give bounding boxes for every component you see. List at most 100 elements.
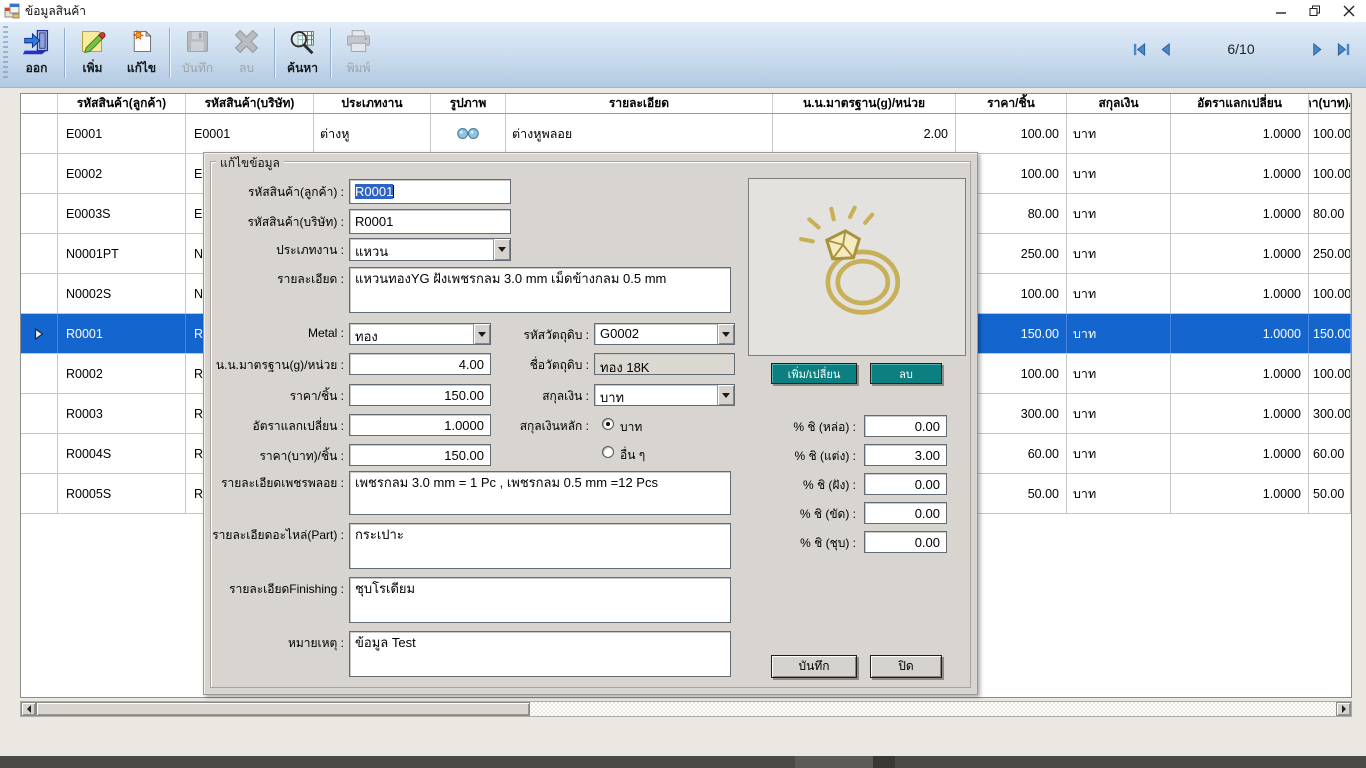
finishing-detail-input[interactable]: ชุบโรเดียม: [349, 577, 731, 623]
gem-detail-label: รายละเอียดเพชรพลอย :: [212, 474, 344, 493]
metal-combobox[interactable]: ทอง: [349, 323, 491, 345]
next-record-button[interactable]: [1304, 38, 1330, 60]
image-add-change-button[interactable]: เพิ่ม/เปลี่ยน: [771, 363, 857, 384]
cell-code-customer: R0005S: [58, 474, 186, 513]
description-input[interactable]: แหวนทองYG ฝังเพชรกลม 3.0 mm เม็ดข้างกลม …: [349, 267, 731, 313]
cell-work-type: ต่างหู: [314, 114, 431, 153]
percent-polish-label: % ชิ (ขัด) :: [724, 505, 856, 524]
edit-button[interactable]: แก้ไข: [117, 25, 166, 79]
cell-exchange-rate: 1.0000: [1171, 434, 1309, 473]
minimize-button[interactable]: [1264, 0, 1298, 22]
cell-currency: บาท: [1067, 114, 1171, 153]
record-navigator: 6/10: [1126, 36, 1356, 62]
restore-button[interactable]: [1298, 0, 1332, 22]
cell-std-weight: 2.00: [773, 114, 956, 153]
row-indicator-cell: [21, 274, 58, 313]
chevron-down-icon[interactable]: [717, 324, 734, 344]
cell-price-baht: 300.00: [1309, 394, 1351, 433]
previous-record-button[interactable]: [1152, 38, 1178, 60]
search-label: ค้นหา: [287, 59, 318, 78]
percent-trim-label: % ชิ (แต่ง) :: [724, 447, 856, 466]
close-button[interactable]: [1332, 0, 1366, 22]
print-button[interactable]: พิมพ์: [334, 25, 383, 79]
code-customer-label: รหัสสินค้า(ลูกค้า) :: [212, 183, 344, 202]
percent-set-label: % ชิ (ฝัง) :: [724, 476, 856, 495]
row-selector-arrow-icon: [34, 328, 44, 340]
cell-currency: บาท: [1067, 474, 1171, 513]
percent-polish-input[interactable]: 0.00: [864, 502, 947, 524]
cell-code-customer: R0001: [58, 314, 186, 353]
main-currency-other-label: อื่น ๆ: [620, 446, 645, 465]
work-type-label: ประเภทงาน :: [212, 241, 344, 260]
row-indicator-cell: [21, 354, 58, 393]
exchange-rate-input[interactable]: 1.0000: [349, 414, 491, 436]
cell-exchange-rate: 1.0000: [1171, 154, 1309, 193]
main-currency-other-radio[interactable]: [602, 446, 614, 458]
column-header: อัตราแลกเปลี่ยน: [1171, 94, 1309, 113]
cell-exchange-rate: 1.0000: [1171, 234, 1309, 273]
scroll-left-arrow-icon[interactable]: [21, 702, 36, 716]
material-name-field: ทอง 18K: [594, 353, 735, 375]
remark-input[interactable]: ข้อมูล Test: [349, 631, 731, 677]
price-per-piece-input[interactable]: 150.00: [349, 384, 491, 406]
row-indicator-cell: [21, 114, 58, 153]
cell-code-customer: E0001: [58, 114, 186, 153]
cell-currency: บาท: [1067, 154, 1171, 193]
toolbar-separator: [330, 28, 331, 78]
chevron-down-icon[interactable]: [717, 385, 734, 405]
currency-combobox[interactable]: บาท: [594, 384, 735, 406]
toolbar-separator: [169, 28, 170, 78]
cell-currency: บาท: [1067, 394, 1171, 433]
exit-label: ออก: [26, 59, 48, 78]
code-customer-input[interactable]: R0001: [349, 179, 511, 204]
main-currency-baht-radio[interactable]: [602, 418, 614, 430]
dialog-close-button[interactable]: ปิด: [870, 655, 942, 678]
minimize-icon: [1275, 5, 1287, 17]
work-type-combobox[interactable]: แหวน: [349, 238, 511, 261]
cell-price-baht: 50.00: [1309, 474, 1351, 513]
cell-code-customer: N0001PT: [58, 234, 186, 273]
remark-label: หมายเหตุ :: [212, 634, 344, 653]
h-scrollbar[interactable]: [20, 701, 1352, 717]
part-detail-input[interactable]: กระเปาะ: [349, 523, 731, 569]
percent-cast-input[interactable]: 0.00: [864, 415, 947, 437]
first-record-button[interactable]: [1126, 38, 1152, 60]
material-code-combobox[interactable]: G0002: [594, 323, 735, 345]
delete-button[interactable]: ลบ: [222, 25, 271, 79]
edit-groupbox-title: แก้ไขข้อมูล: [216, 154, 284, 173]
exchange-rate-label: อัตราแลกเปลี่ยน :: [212, 417, 344, 436]
cell-currency: บาท: [1067, 434, 1171, 473]
scroll-thumb[interactable]: [36, 702, 530, 716]
std-weight-input[interactable]: 4.00: [349, 353, 491, 375]
cell-currency: บาท: [1067, 274, 1171, 313]
chevron-down-icon[interactable]: [493, 239, 510, 260]
percent-set-input[interactable]: 0.00: [864, 473, 947, 495]
code-company-input[interactable]: R0001: [349, 209, 511, 234]
row-indicator-cell: [21, 194, 58, 233]
add-label: เพิ่ม: [83, 59, 103, 78]
image-delete-button[interactable]: ลบ: [870, 363, 942, 384]
gem-detail-input[interactable]: เพชรกลม 3.0 mm = 1 Pc , เพชรกลม 0.5 mm =…: [349, 471, 731, 515]
cell-image: [431, 114, 506, 153]
exit-button[interactable]: ออก: [12, 25, 61, 79]
description-label: รายละเอียด :: [212, 270, 344, 289]
column-header: รหัสสินค้า(บริษัท): [186, 94, 314, 113]
dialog-save-button[interactable]: บันทึก: [771, 655, 857, 678]
code-company-label: รหัสสินค้า(บริษัท) :: [212, 213, 344, 232]
price-baht-label: ราคา(บาท)/ชิ้น :: [212, 447, 344, 466]
last-record-button[interactable]: [1330, 38, 1356, 60]
percent-plate-input[interactable]: 0.00: [864, 531, 947, 553]
cell-code-customer: R0003: [58, 394, 186, 433]
column-header: น.น.มาตรฐาน(g)/หน่วย: [773, 94, 956, 113]
price-baht-input[interactable]: 150.00: [349, 444, 491, 466]
grid-row[interactable]: E0001E0001ต่างหูต่างหูพลอย2.00100.00บาท1…: [21, 114, 1351, 154]
scroll-right-arrow-icon[interactable]: [1336, 702, 1351, 716]
save-button[interactable]: บันทึก: [173, 25, 222, 79]
percent-trim-input[interactable]: 3.00: [864, 444, 947, 466]
search-button[interactable]: ค้นหา: [278, 25, 327, 79]
row-indicator-cell: [21, 234, 58, 273]
part-detail-label: รายละเอียดอะไหล่(Part) :: [212, 526, 344, 545]
delete-icon: [232, 27, 261, 56]
edit-label: แก้ไข: [127, 59, 156, 78]
add-button[interactable]: เพิ่ม: [68, 25, 117, 79]
